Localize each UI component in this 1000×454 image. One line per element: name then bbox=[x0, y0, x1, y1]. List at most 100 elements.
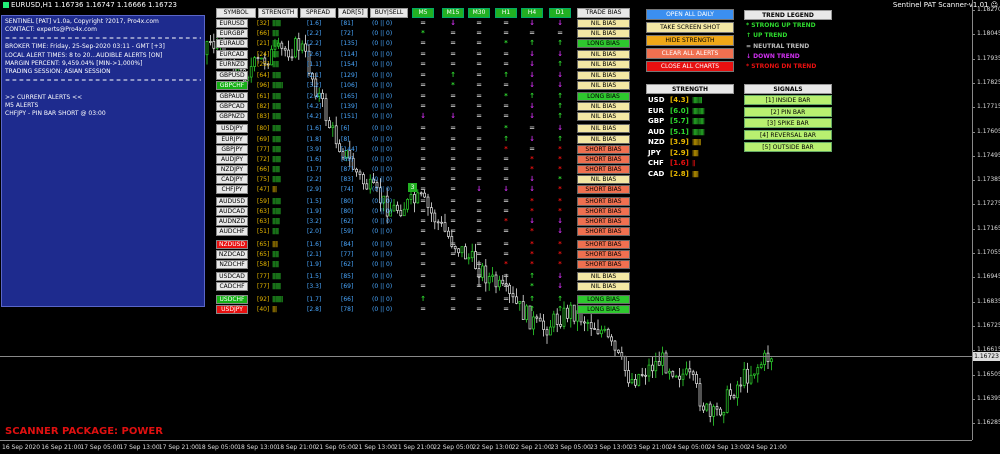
header-symbol[interactable]: SYMBOL bbox=[216, 8, 256, 18]
trend-cell-m15[interactable]: = bbox=[443, 60, 463, 69]
trend-cell-d1[interactable]: * bbox=[550, 207, 570, 216]
trend-cell-m5[interactable]: * bbox=[413, 29, 433, 38]
trend-cell-d1[interactable]: * bbox=[550, 197, 570, 206]
trend-cell-m15[interactable]: = bbox=[443, 272, 463, 281]
trade-bias-badge[interactable]: LONG BIAS bbox=[577, 295, 630, 304]
trend-cell-m15[interactable]: = bbox=[443, 155, 463, 164]
trend-cell-h4[interactable]: ↓ bbox=[522, 135, 542, 144]
trend-cell-m15[interactable]: = bbox=[443, 250, 463, 259]
trend-cell-m5[interactable]: = bbox=[413, 145, 433, 154]
trend-cell-m30[interactable]: = bbox=[469, 29, 489, 38]
trade-bias-badge[interactable]: NIL BIAS bbox=[577, 282, 630, 291]
trend-cell-h4[interactable]: ↓ bbox=[522, 185, 542, 194]
trade-bias-badge[interactable]: SHORT BIAS bbox=[577, 185, 630, 194]
trend-cell-d1[interactable]: * bbox=[550, 250, 570, 259]
header-strength[interactable]: STRENGTH bbox=[258, 8, 298, 18]
trend-cell-h1[interactable]: ↓ bbox=[496, 185, 516, 194]
trend-cell-h1[interactable]: = bbox=[496, 240, 516, 249]
trend-cell-h4[interactable]: ↓ bbox=[522, 71, 542, 80]
trend-cell-m15[interactable]: = bbox=[443, 282, 463, 291]
trend-cell-h4[interactable]: ↓ bbox=[522, 102, 542, 111]
trend-cell-h1[interactable]: = bbox=[496, 102, 516, 111]
trade-bias-badge[interactable]: SHORT BIAS bbox=[577, 217, 630, 226]
trend-cell-m15[interactable]: ↓ bbox=[443, 19, 463, 28]
trend-cell-m30[interactable]: = bbox=[469, 295, 489, 304]
trend-cell-m5[interactable]: ↓ bbox=[413, 112, 433, 121]
trade-bias-badge[interactable]: SHORT BIAS bbox=[577, 145, 630, 154]
symbol-button-eurnzd[interactable]: EURNZD bbox=[216, 60, 248, 69]
trade-bias-badge[interactable]: SHORT BIAS bbox=[577, 207, 630, 216]
trend-cell-d1[interactable]: * bbox=[550, 145, 570, 154]
trend-cell-h1[interactable]: = bbox=[496, 155, 516, 164]
trend-cell-h1[interactable]: = bbox=[496, 272, 516, 281]
trend-cell-d1[interactable]: ↓ bbox=[550, 50, 570, 59]
trend-cell-m30[interactable]: = bbox=[469, 135, 489, 144]
symbol-button-usdchf[interactable]: USDCHF bbox=[216, 295, 248, 304]
trend-cell-h1[interactable]: = bbox=[496, 250, 516, 259]
trend-cell-h4[interactable]: ↓ bbox=[522, 112, 542, 121]
trend-cell-h1[interactable]: = bbox=[496, 50, 516, 59]
symbol-button-nzdusd[interactable]: NZDUSD bbox=[216, 240, 248, 249]
trend-cell-h1[interactable]: = bbox=[496, 295, 516, 304]
trend-cell-m15[interactable]: * bbox=[443, 81, 463, 90]
symbol-button-nzdjpy[interactable]: NZDJPY bbox=[216, 165, 248, 174]
symbol-button-audchf[interactable]: AUDCHF bbox=[216, 227, 248, 236]
trend-cell-h4[interactable]: ↑ bbox=[522, 305, 542, 314]
symbol-button-cadjpy[interactable]: CADJPY bbox=[216, 175, 248, 184]
trade-bias-badge[interactable]: NIL BIAS bbox=[577, 60, 630, 69]
trend-cell-h1[interactable]: = bbox=[496, 227, 516, 236]
trend-cell-m15[interactable]: = bbox=[443, 165, 463, 174]
symbol-button-gbpusd[interactable]: GBPUSD bbox=[216, 71, 248, 80]
trend-cell-m5[interactable]: = bbox=[413, 81, 433, 90]
trade-bias-badge[interactable]: NIL BIAS bbox=[577, 175, 630, 184]
trend-cell-m15[interactable]: = bbox=[443, 39, 463, 48]
trend-cell-d1[interactable]: * bbox=[550, 175, 570, 184]
trend-cell-m30[interactable]: = bbox=[469, 165, 489, 174]
symbol-button-chfjpy[interactable]: CHFJPY bbox=[216, 185, 248, 194]
trend-cell-m5[interactable]: = bbox=[413, 185, 433, 194]
trend-cell-h4[interactable]: * bbox=[522, 165, 542, 174]
trend-cell-m5[interactable]: = bbox=[413, 260, 433, 269]
header-spread[interactable]: SPREAD bbox=[300, 8, 336, 18]
trend-cell-h4[interactable]: ↓ bbox=[522, 60, 542, 69]
trend-cell-m5[interactable]: = bbox=[413, 207, 433, 216]
trade-bias-badge[interactable]: NIL BIAS bbox=[577, 71, 630, 80]
header-trade-bias[interactable]: TRADE BIAS bbox=[577, 8, 630, 18]
symbol-button-audusd[interactable]: AUDUSD bbox=[216, 197, 248, 206]
trend-cell-d1[interactable]: ↓ bbox=[550, 217, 570, 226]
action-clear-all-alerts-button[interactable]: CLEAR ALL ALERTS bbox=[646, 48, 734, 59]
trade-bias-badge[interactable]: NIL BIAS bbox=[577, 272, 630, 281]
trade-bias-badge[interactable]: NIL BIAS bbox=[577, 102, 630, 111]
trend-cell-m15[interactable]: = bbox=[443, 305, 463, 314]
trend-cell-m5[interactable]: = bbox=[413, 227, 433, 236]
trend-cell-h1[interactable]: = bbox=[496, 197, 516, 206]
trend-cell-m30[interactable]: = bbox=[469, 217, 489, 226]
symbol-button-usdcad[interactable]: USDCAD bbox=[216, 272, 248, 281]
trend-cell-m30[interactable]: = bbox=[469, 50, 489, 59]
trade-bias-badge[interactable]: SHORT BIAS bbox=[577, 227, 630, 236]
trend-cell-h4[interactable]: = bbox=[522, 124, 542, 133]
trend-cell-m30[interactable]: = bbox=[469, 305, 489, 314]
trend-cell-h1[interactable]: = bbox=[496, 207, 516, 216]
signal-button[interactable]: [1] INSIDE BAR bbox=[744, 95, 832, 105]
trend-cell-h1[interactable]: ↑ bbox=[496, 71, 516, 80]
trend-cell-h1[interactable]: * bbox=[496, 92, 516, 101]
trend-cell-m5[interactable]: = bbox=[413, 240, 433, 249]
trend-cell-m30[interactable]: = bbox=[469, 81, 489, 90]
trend-cell-h1[interactable]: * bbox=[496, 145, 516, 154]
trend-cell-m15[interactable]: ↑ bbox=[443, 71, 463, 80]
trend-cell-m15[interactable]: = bbox=[443, 185, 463, 194]
trade-bias-badge[interactable]: SHORT BIAS bbox=[577, 240, 630, 249]
trend-cell-m5[interactable]: = bbox=[413, 282, 433, 291]
trend-cell-m5[interactable]: = bbox=[413, 155, 433, 164]
trend-cell-m5[interactable]: = bbox=[413, 250, 433, 259]
trend-cell-h1[interactable]: = bbox=[496, 305, 516, 314]
trend-cell-h4[interactable]: * bbox=[522, 155, 542, 164]
trend-cell-m30[interactable]: = bbox=[469, 92, 489, 101]
trend-cell-h1[interactable]: = bbox=[496, 175, 516, 184]
signal-button[interactable]: [2] PIN BAR bbox=[744, 106, 832, 117]
trend-cell-m15[interactable]: = bbox=[443, 135, 463, 144]
trend-cell-h4[interactable]: ↓ bbox=[522, 175, 542, 184]
trend-cell-m30[interactable]: = bbox=[469, 260, 489, 269]
trend-cell-m30[interactable]: = bbox=[469, 282, 489, 291]
